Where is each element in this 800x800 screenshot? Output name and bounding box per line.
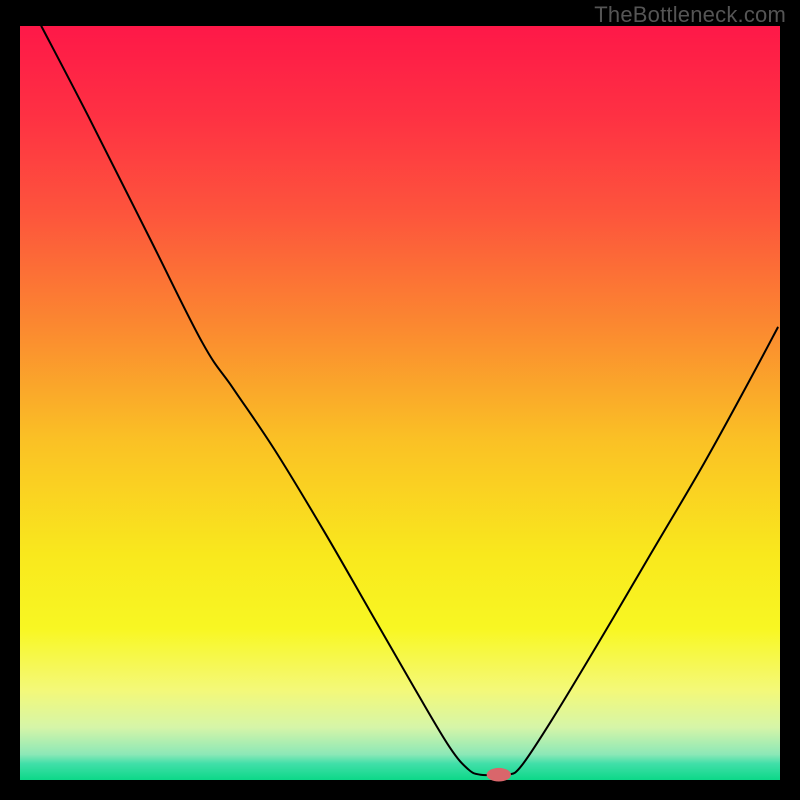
watermark-text: TheBottleneck.com	[594, 2, 786, 28]
plot-area	[20, 26, 780, 780]
bottleneck-chart: TheBottleneck.com	[0, 0, 800, 800]
optimal-marker	[487, 768, 511, 782]
chart-svg	[0, 0, 800, 800]
